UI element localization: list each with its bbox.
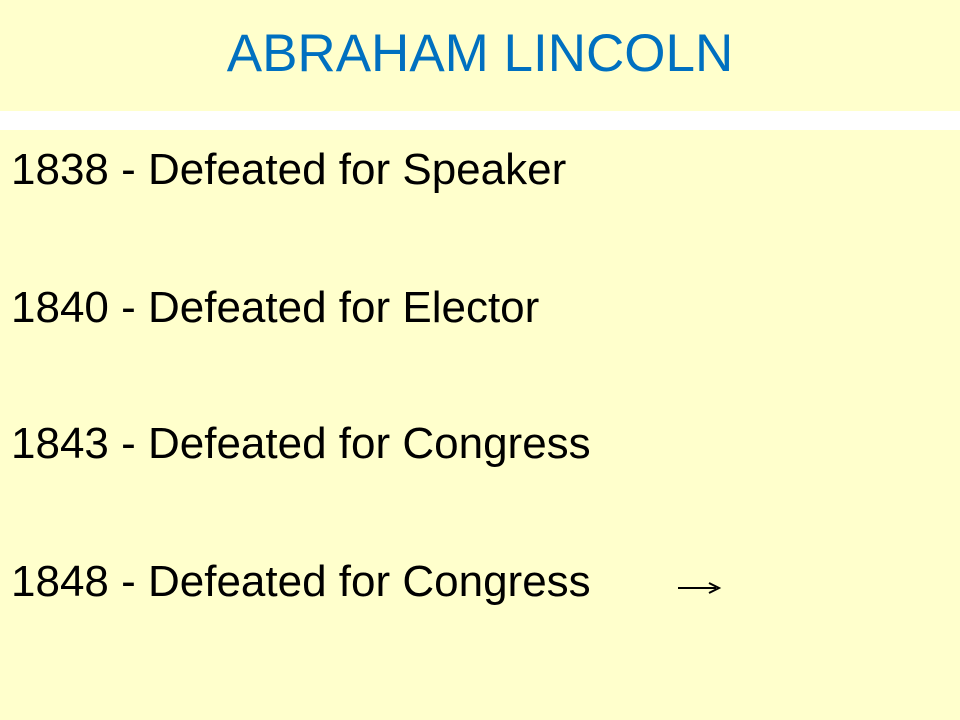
list-item: 1843 - Defeated for Congress: [11, 419, 591, 468]
slide-title: ABRAHAM LINCOLN: [226, 24, 734, 83]
right-arrow-icon: [676, 580, 722, 596]
list-item: 1848 - Defeated for Congress: [11, 557, 591, 606]
list-item: 1840 - Defeated for Elector: [11, 283, 540, 332]
list-item: 1838 - Defeated for Speaker: [11, 145, 567, 194]
slide: ABRAHAM LINCOLN 1838 - Defeated for Spea…: [0, 0, 960, 720]
